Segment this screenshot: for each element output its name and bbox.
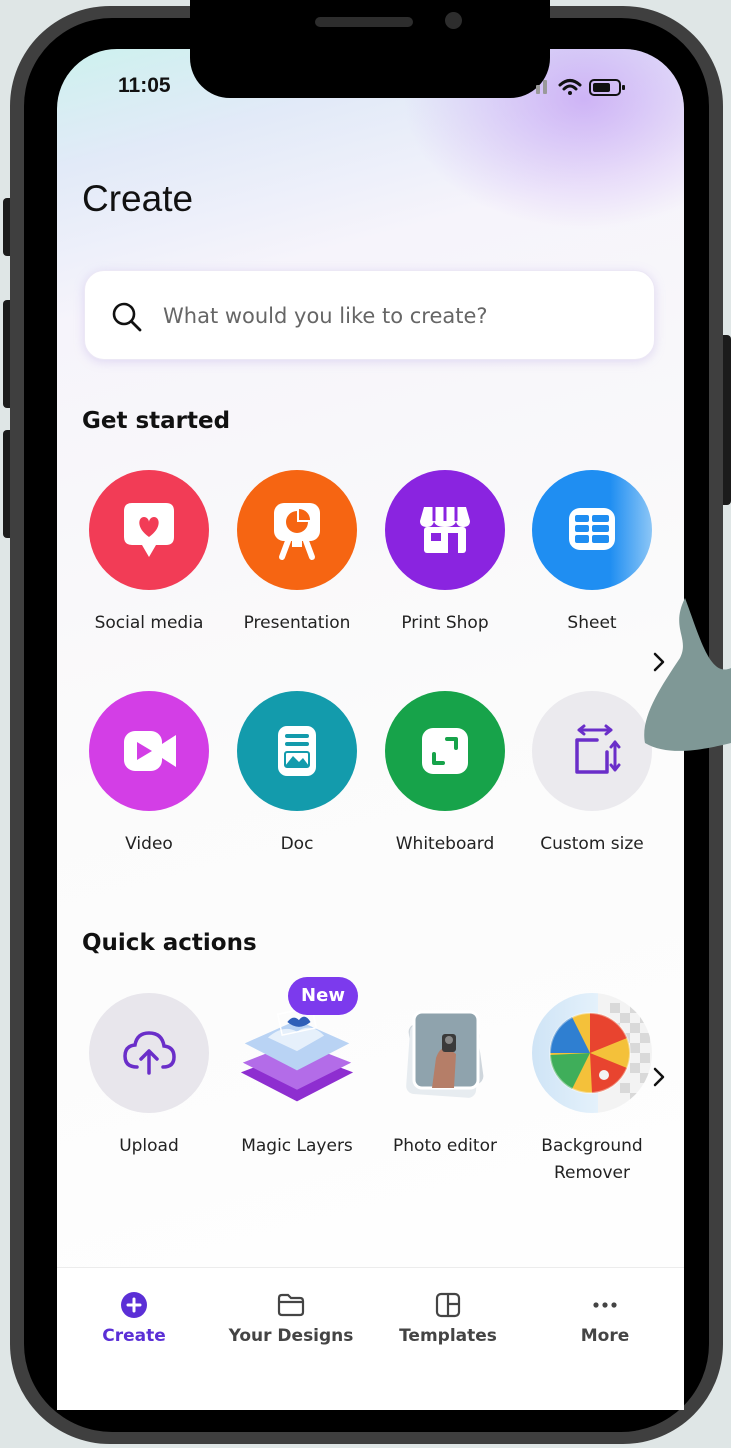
resize-icon <box>532 691 652 811</box>
video-camera-icon <box>89 691 209 811</box>
tile-label: Doc <box>280 834 314 854</box>
tile-label: Presentation <box>243 613 351 633</box>
nav-templates[interactable]: Templates <box>373 1290 523 1360</box>
tile-video[interactable]: Video <box>74 691 224 871</box>
search-input[interactable] <box>163 299 633 333</box>
background-remover-icon <box>532 993 652 1113</box>
tile-photo-editor[interactable]: Photo editor <box>370 993 520 1173</box>
more-dots-icon <box>530 1290 680 1320</box>
chevron-right-icon[interactable] <box>652 1065 666 1093</box>
tile-social-media[interactable]: Social media <box>74 470 224 650</box>
tile-print-shop[interactable]: Print Shop <box>370 470 520 650</box>
nav-label: Your Designs <box>228 1326 354 1346</box>
tile-upload[interactable]: Upload <box>74 993 224 1173</box>
bottom-navigation: Create Your Designs Templates More <box>57 1267 684 1410</box>
presentation-chart-icon <box>237 470 357 590</box>
tile-whiteboard[interactable]: Whiteboard <box>370 691 520 871</box>
status-time: 11:05 <box>118 74 171 97</box>
templates-icon <box>373 1290 523 1320</box>
notch <box>190 0 550 98</box>
tile-label: Print Shop <box>401 613 489 633</box>
nav-label: More <box>580 1326 630 1346</box>
signal-icon <box>536 80 547 94</box>
quick-actions-title: Quick actions <box>82 930 257 956</box>
battery-icon <box>589 79 625 96</box>
plus-circle-icon <box>59 1290 209 1320</box>
tile-magic-layers[interactable]: Magic Layers <box>222 993 372 1173</box>
new-badge: New <box>288 977 358 1015</box>
tile-label: Upload <box>119 1136 179 1156</box>
wifi-icon <box>558 79 582 95</box>
tile-label: Background Remover <box>541 1136 643 1183</box>
grid-sheet-icon <box>532 470 652 590</box>
tile-label: Magic Layers <box>241 1136 353 1156</box>
tile-label: Custom size <box>540 834 644 854</box>
folder-icon <box>216 1290 366 1320</box>
tile-doc[interactable]: Doc <box>222 691 372 871</box>
expand-frame-icon <box>385 691 505 811</box>
get-started-title: Get started <box>82 408 231 434</box>
nav-create[interactable]: Create <box>59 1290 209 1360</box>
search-bar[interactable] <box>84 270 655 360</box>
nav-label: Templates <box>399 1326 497 1346</box>
nav-label: Create <box>102 1326 166 1346</box>
tile-label: Social media <box>94 613 204 633</box>
photo-editor-icon <box>385 993 505 1113</box>
status-icons <box>536 76 646 104</box>
heart-speech-icon <box>89 470 209 590</box>
tile-label: Whiteboard <box>395 834 495 854</box>
page-title: Create <box>82 178 194 219</box>
document-icon <box>237 691 357 811</box>
cloud-upload-icon <box>89 993 209 1113</box>
tile-presentation[interactable]: Presentation <box>222 470 372 650</box>
search-icon <box>111 301 143 337</box>
tile-label: Video <box>125 834 173 854</box>
nav-your-designs[interactable]: Your Designs <box>216 1290 366 1360</box>
nav-more[interactable]: More <box>530 1290 680 1360</box>
tile-background-remover[interactable]: Background Remover <box>517 993 667 1183</box>
tile-label: Photo editor <box>393 1136 497 1156</box>
leaf-decoration-icon <box>640 598 731 762</box>
storefront-icon <box>385 470 505 590</box>
